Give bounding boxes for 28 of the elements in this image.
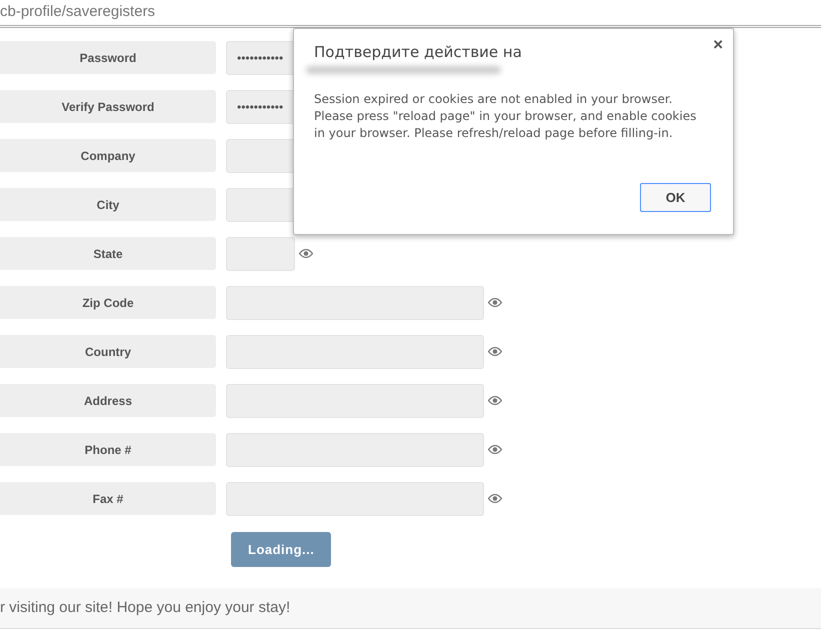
input-field[interactable] [226, 384, 484, 418]
footer-text: r visiting our site! Hope you enjoy your stay! [0, 598, 290, 618]
field-label: Password [0, 41, 216, 74]
eye-icon[interactable] [488, 445, 502, 454]
field-label: Zip Code [0, 286, 216, 319]
input-field[interactable] [226, 236, 295, 270]
eye-icon[interactable] [488, 298, 502, 307]
eye-icon[interactable] [488, 494, 502, 503]
eye-icon[interactable] [488, 347, 502, 356]
field-label: Fax # [0, 482, 216, 515]
field-label: City [0, 188, 216, 221]
eye-icon[interactable] [488, 396, 502, 405]
input-field[interactable] [226, 482, 484, 516]
input-field[interactable] [226, 334, 484, 368]
input-field[interactable] [226, 286, 484, 320]
ok-button[interactable]: OK [640, 183, 711, 212]
field-label: Address [0, 384, 216, 417]
field-label: Company [0, 139, 216, 172]
field-label: Verify Password [0, 90, 216, 123]
field-label: Country [0, 335, 216, 368]
input-field[interactable] [226, 432, 484, 466]
field-label: State [0, 237, 216, 270]
dialog-message: Session expired or cookies are not enabled in your browser. Please press "reload page" in your browser, and enable cookies in your browser. Please refresh/reload page before filling-in. [314, 91, 698, 142]
close-button[interactable]: × [713, 32, 723, 58]
dialog-title: Подтвердите действие на [314, 42, 522, 63]
eye-icon[interactable] [299, 249, 313, 258]
field-label: Phone # [0, 433, 216, 466]
address-url[interactable]: cb-profile/saveregisters [0, 1, 156, 24]
